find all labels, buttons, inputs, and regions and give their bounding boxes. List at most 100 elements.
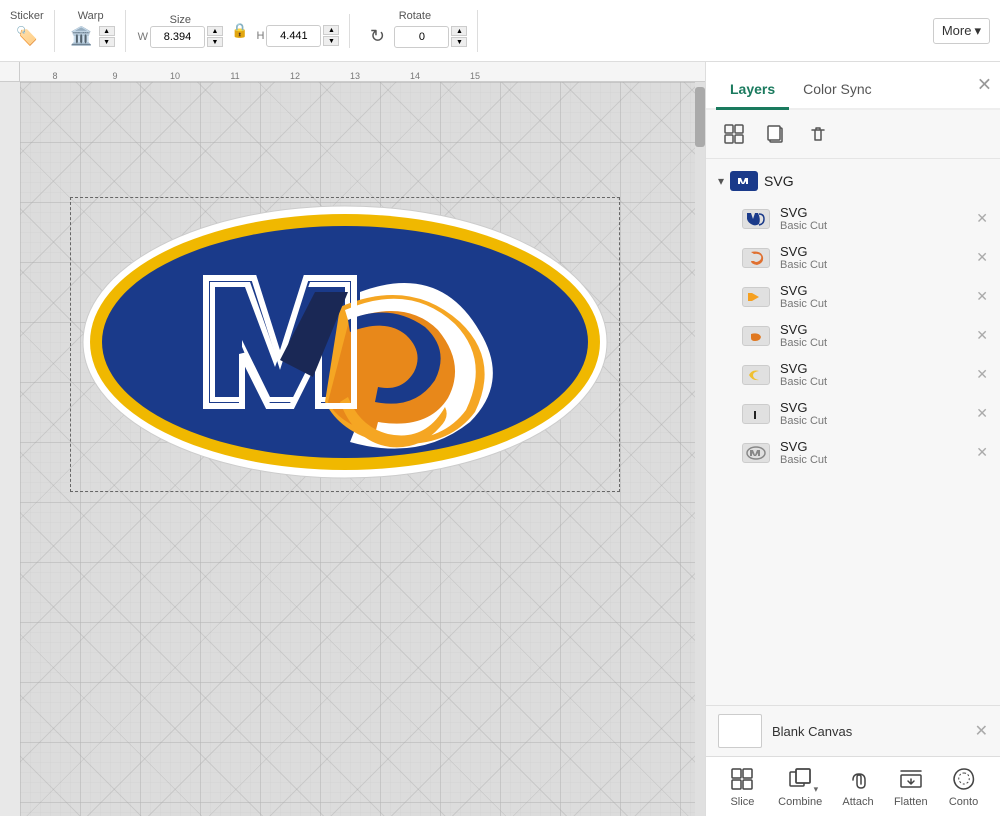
panel-close-icon[interactable]: ✕ bbox=[977, 75, 992, 96]
layer-item-4[interactable]: SVG Basic Cut ✕ bbox=[706, 316, 1000, 355]
lock-container: 🔒 bbox=[231, 22, 248, 39]
layer-7-name: SVG bbox=[780, 439, 827, 454]
size-h-input[interactable] bbox=[266, 25, 321, 47]
layer-1-name: SVG bbox=[780, 205, 827, 220]
layer-1-sub: Basic Cut bbox=[780, 220, 827, 232]
layer-5-thumb bbox=[742, 365, 770, 385]
slice-tool[interactable]: Slice bbox=[717, 761, 767, 812]
flatten-icon bbox=[897, 765, 925, 793]
right-panel: Layers Color Sync ✕ bbox=[705, 62, 1000, 816]
combine-icon: ▾ bbox=[786, 765, 814, 793]
panel-toolbar bbox=[706, 110, 1000, 159]
rotate-input[interactable] bbox=[394, 26, 449, 48]
rams-logo-svg bbox=[80, 202, 610, 482]
warp-label: Warp bbox=[78, 10, 104, 22]
panel-copy-icon[interactable] bbox=[760, 118, 792, 150]
blank-canvas-close-icon[interactable]: ✕ bbox=[975, 721, 988, 741]
more-chevron-icon: ▾ bbox=[974, 23, 981, 39]
layer-4-sub: Basic Cut bbox=[780, 337, 827, 349]
tab-layers[interactable]: Layers bbox=[716, 71, 789, 110]
layer-item-7[interactable]: SVG Basic Cut ✕ bbox=[706, 433, 1000, 472]
rotate-icon[interactable]: ↻ bbox=[362, 22, 392, 52]
blank-canvas-label: Blank Canvas bbox=[772, 724, 852, 739]
flatten-label: Flatten bbox=[894, 796, 928, 808]
rotate-arrows: ▲ ▼ bbox=[451, 26, 467, 47]
combine-tool[interactable]: ▾ Combine bbox=[770, 761, 830, 812]
layer-6-name: SVG bbox=[780, 400, 827, 415]
warp-up-arrow[interactable]: ▲ bbox=[99, 26, 115, 36]
layer-2-close-icon[interactable]: ✕ bbox=[976, 249, 988, 266]
ruler-corner bbox=[0, 62, 20, 82]
layer-1-thumb bbox=[742, 209, 770, 229]
combine-label: Combine bbox=[778, 796, 822, 808]
slice-icon bbox=[728, 765, 756, 793]
layer-5-name: SVG bbox=[780, 361, 827, 376]
contour-icon bbox=[950, 765, 978, 793]
layer-2-thumb bbox=[742, 248, 770, 268]
layer-7-sub: Basic Cut bbox=[780, 454, 827, 466]
warp-down-arrow[interactable]: ▼ bbox=[99, 37, 115, 47]
layer-5-sub: Basic Cut bbox=[780, 376, 827, 388]
layer-4-name: SVG bbox=[780, 322, 827, 337]
size-h-up[interactable]: ▲ bbox=[323, 25, 339, 35]
blank-canvas-section: Blank Canvas ✕ bbox=[706, 705, 1000, 756]
layer-item-6[interactable]: SVG Basic Cut ✕ bbox=[706, 394, 1000, 433]
layer-7-info: SVG Basic Cut bbox=[780, 439, 827, 466]
tab-color-sync[interactable]: Color Sync bbox=[789, 71, 885, 110]
size-h-down[interactable]: ▼ bbox=[323, 36, 339, 46]
panel-delete-icon[interactable] bbox=[802, 118, 834, 150]
grid-canvas[interactable] bbox=[20, 82, 695, 816]
layer-item-2[interactable]: SVG Basic Cut ✕ bbox=[706, 238, 1000, 277]
ruler-tick-13: 13 bbox=[350, 71, 360, 81]
blank-canvas-thumb bbox=[718, 714, 762, 748]
ruler-h-ticks: 8 9 10 11 12 13 14 15 bbox=[20, 62, 705, 81]
layer-5-close-icon[interactable]: ✕ bbox=[976, 366, 988, 383]
ruler-tick-8: 8 bbox=[52, 71, 57, 81]
sticker-input-group: Sticker 🏷️ bbox=[10, 10, 44, 52]
size-w-down[interactable]: ▼ bbox=[207, 37, 223, 47]
contour-label: Conto bbox=[949, 796, 978, 808]
size-w-up[interactable]: ▲ bbox=[207, 26, 223, 36]
size-w-arrows: ▲ ▼ bbox=[207, 26, 223, 47]
layer-item-5[interactable]: SVG Basic Cut ✕ bbox=[706, 355, 1000, 394]
contour-tool[interactable]: Conto bbox=[939, 761, 989, 812]
ruler-tick-11: 11 bbox=[230, 71, 239, 81]
size-h-label: H bbox=[256, 30, 264, 42]
layer-6-sub: Basic Cut bbox=[780, 415, 827, 427]
size-h-group: H ▲ ▼ bbox=[256, 15, 339, 47]
canvas-scrollbar[interactable] bbox=[695, 82, 705, 816]
attach-icon bbox=[844, 765, 872, 793]
attach-tool[interactable]: Attach bbox=[833, 761, 883, 812]
layer-item-3[interactable]: SVG Basic Cut ✕ bbox=[706, 277, 1000, 316]
logo-container[interactable] bbox=[80, 202, 610, 482]
main-toolbar: Sticker 🏷️ Warp 🏛️ ▲ ▼ Size W bbox=[0, 0, 1000, 62]
layer-2-name: SVG bbox=[780, 244, 827, 259]
rotate-up[interactable]: ▲ bbox=[451, 26, 467, 36]
lock-icon[interactable]: 🔒 bbox=[231, 22, 248, 39]
layer-group-header[interactable]: ▾ SVG bbox=[706, 163, 1000, 199]
layer-3-close-icon[interactable]: ✕ bbox=[976, 288, 988, 305]
layer-6-close-icon[interactable]: ✕ bbox=[976, 405, 988, 422]
warp-arrows: ▲ ▼ bbox=[99, 26, 115, 47]
rotate-input-group: Rotate ↻ ▲ ▼ bbox=[362, 10, 467, 52]
sticker-icon[interactable]: 🏷️ bbox=[12, 22, 42, 52]
rotate-label: Rotate bbox=[399, 10, 431, 22]
layer-1-close-icon[interactable]: ✕ bbox=[976, 210, 988, 227]
layer-3-thumb bbox=[742, 287, 770, 307]
layer-2-sub: Basic Cut bbox=[780, 259, 827, 271]
rotate-down[interactable]: ▼ bbox=[451, 37, 467, 47]
layer-4-close-icon[interactable]: ✕ bbox=[976, 327, 988, 344]
panel-bottom-toolbar: Slice ▾ Combine bbox=[706, 756, 1000, 816]
panel-group-icon[interactable] bbox=[718, 118, 750, 150]
layer-1-info: SVG Basic Cut bbox=[780, 205, 827, 232]
layer-7-close-icon[interactable]: ✕ bbox=[976, 444, 988, 461]
more-button[interactable]: More ▾ bbox=[933, 18, 990, 44]
flatten-tool[interactable]: Flatten bbox=[886, 761, 936, 812]
group-chevron-icon: ▾ bbox=[718, 174, 724, 188]
rotate-group: Rotate ↻ ▲ ▼ bbox=[362, 10, 478, 52]
scrollbar-thumb[interactable] bbox=[695, 87, 705, 147]
layer-item-1[interactable]: SVG Basic Cut ✕ bbox=[706, 199, 1000, 238]
size-group: Size W ▲ ▼ 🔒 H ▲ ▼ bbox=[138, 14, 351, 48]
warp-icon[interactable]: 🏛️ bbox=[67, 22, 97, 52]
size-w-input[interactable] bbox=[150, 26, 205, 48]
